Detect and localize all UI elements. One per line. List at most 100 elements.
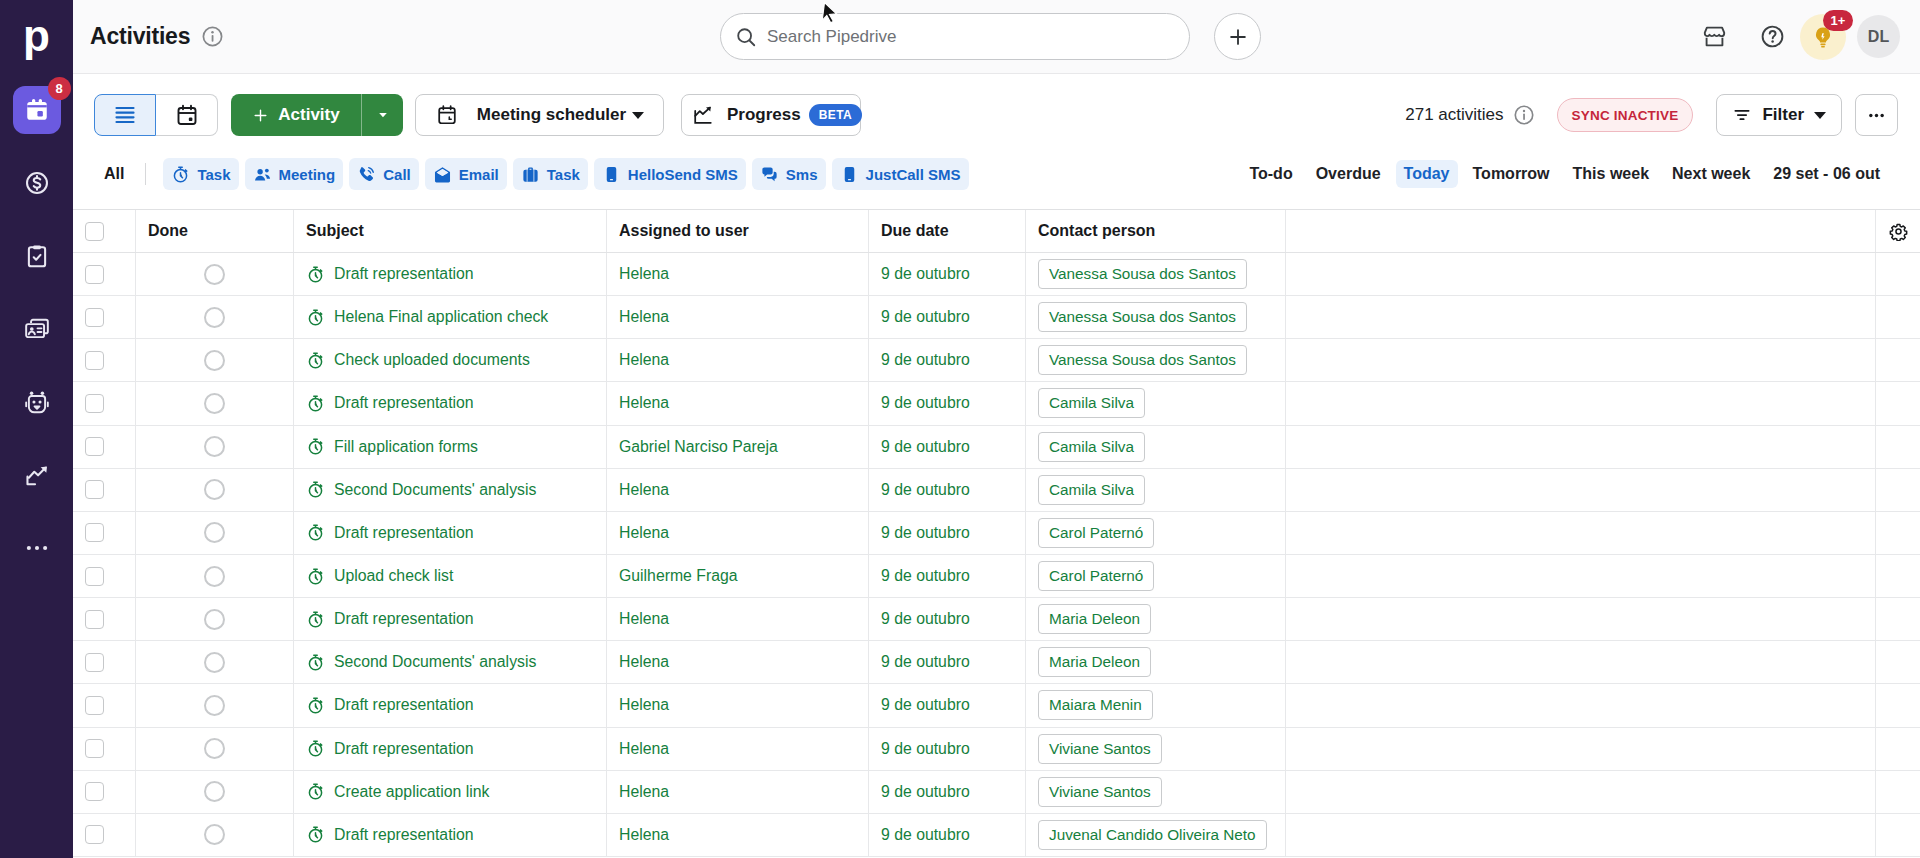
more-options-button[interactable] (1855, 94, 1898, 136)
activity-subject-link[interactable]: Draft representation (334, 265, 474, 283)
row-checkbox[interactable] (85, 265, 104, 284)
mark-done-toggle[interactable] (204, 652, 225, 673)
mark-done-toggle[interactable] (204, 781, 225, 802)
sidebar-item-insights-chart[interactable] (13, 451, 61, 499)
mark-done-toggle[interactable] (204, 695, 225, 716)
activity-subject-link[interactable]: Fill application forms (334, 438, 478, 456)
assigned-user-link[interactable]: Helena (619, 351, 669, 369)
date-filter-this-week[interactable]: This week (1565, 160, 1657, 188)
column-header-contact[interactable]: Contact person (1026, 210, 1286, 252)
row-checkbox[interactable] (85, 739, 104, 758)
activity-subject-link[interactable]: Draft representation (334, 740, 474, 758)
contact-person-chip[interactable]: Camila Silva (1038, 388, 1145, 418)
row-checkbox[interactable] (85, 523, 104, 542)
progress-button[interactable]: Progress BETA (681, 94, 861, 136)
notifications-button[interactable]: 1+ (1800, 14, 1846, 60)
mark-done-toggle[interactable] (204, 350, 225, 371)
contact-person-chip[interactable]: Camila Silva (1038, 432, 1145, 462)
activity-subject-link[interactable]: Create application link (334, 783, 489, 801)
assigned-user-link[interactable]: Helena (619, 394, 669, 412)
assigned-user-link[interactable]: Helena (619, 524, 669, 542)
contact-person-chip[interactable]: Juvenal Candido Oliveira Neto (1038, 820, 1267, 850)
type-filter-task[interactable]: Task (163, 158, 238, 190)
activity-subject-link[interactable]: Draft representation (334, 610, 474, 628)
help-button[interactable] (1759, 24, 1785, 50)
date-filter-overdue[interactable]: Overdue (1308, 160, 1389, 188)
date-filter-next-week[interactable]: Next week (1664, 160, 1758, 188)
contact-person-chip[interactable]: Carol Paternó (1038, 561, 1154, 591)
info-icon[interactable] (201, 25, 224, 48)
activity-subject-link[interactable]: Helena Final application check (334, 308, 548, 326)
row-checkbox[interactable] (85, 351, 104, 370)
mark-done-toggle[interactable] (204, 479, 225, 500)
column-header-done[interactable]: Done (136, 210, 294, 252)
contact-person-chip[interactable]: Maria Deleon (1038, 604, 1151, 634)
info-icon[interactable] (1513, 104, 1535, 126)
filter-button[interactable]: Filter (1716, 94, 1842, 136)
sidebar-item-leads-clipboard[interactable] (13, 232, 61, 280)
row-checkbox[interactable] (85, 653, 104, 672)
assigned-user-link[interactable]: Helena (619, 481, 669, 499)
contact-person-chip[interactable]: Carol Paternó (1038, 518, 1154, 548)
mark-done-toggle[interactable] (204, 264, 225, 285)
quick-add-button[interactable] (1214, 13, 1261, 60)
list-view-button[interactable] (94, 94, 156, 136)
contact-person-chip[interactable]: Vanessa Sousa dos Santos (1038, 259, 1247, 289)
contact-person-chip[interactable]: Vanessa Sousa dos Santos (1038, 302, 1247, 332)
mark-done-toggle[interactable] (204, 393, 225, 414)
sidebar-item-calendar-activities[interactable]: 8 (13, 86, 61, 134)
row-checkbox[interactable] (85, 567, 104, 586)
contact-person-chip[interactable]: Maria Deleon (1038, 647, 1151, 677)
contact-person-chip[interactable]: Vanessa Sousa dos Santos (1038, 345, 1247, 375)
add-activity-button[interactable]: Activity (231, 94, 361, 136)
contact-person-chip[interactable]: Camila Silva (1038, 475, 1145, 505)
gear-icon[interactable] (1889, 222, 1908, 241)
column-header-due[interactable]: Due date (869, 210, 1026, 252)
activity-subject-link[interactable]: Upload check list (334, 567, 453, 585)
mark-done-toggle[interactable] (204, 522, 225, 543)
sidebar-item-more-dots[interactable] (13, 524, 61, 572)
type-filter-task[interactable]: Task (513, 158, 588, 190)
column-header-subject[interactable]: Subject (294, 210, 607, 252)
activity-subject-link[interactable]: Draft representation (334, 696, 474, 714)
assigned-user-link[interactable]: Helena (619, 783, 669, 801)
activity-subject-link[interactable]: Draft representation (334, 826, 474, 844)
activity-subject-link[interactable]: Draft representation (334, 524, 474, 542)
row-checkbox[interactable] (85, 696, 104, 715)
type-filter-meeting[interactable]: Meeting (245, 158, 344, 190)
assigned-user-link[interactable]: Helena (619, 653, 669, 671)
date-filter-today[interactable]: Today (1396, 160, 1458, 188)
activity-subject-link[interactable]: Second Documents' analysis (334, 653, 536, 671)
activity-subject-link[interactable]: Second Documents' analysis (334, 481, 536, 499)
assigned-user-link[interactable]: Helena (619, 696, 669, 714)
assigned-user-link[interactable]: Helena (619, 826, 669, 844)
mark-done-toggle[interactable] (204, 307, 225, 328)
assigned-user-link[interactable]: Helena (619, 265, 669, 283)
search-input[interactable]: Search Pipedrive (720, 13, 1190, 60)
select-all-checkbox[interactable] (85, 222, 104, 241)
assigned-user-link[interactable]: Guilherme Fraga (619, 567, 738, 585)
filter-all[interactable]: All (104, 165, 124, 183)
row-checkbox[interactable] (85, 782, 104, 801)
row-checkbox[interactable] (85, 610, 104, 629)
column-header-assigned[interactable]: Assigned to user (607, 210, 869, 252)
sync-status-badge[interactable]: SYNC INACTIVE (1557, 98, 1694, 132)
type-filter-call[interactable]: Call (349, 158, 419, 190)
row-checkbox[interactable] (85, 308, 104, 327)
activity-subject-link[interactable]: Check uploaded documents (334, 351, 530, 369)
contact-person-chip[interactable]: Viviane Santos (1038, 777, 1162, 807)
meeting-scheduler-button[interactable]: Meeting scheduler (415, 94, 664, 136)
row-checkbox[interactable] (85, 825, 104, 844)
assigned-user-link[interactable]: Gabriel Narciso Pareja (619, 438, 778, 456)
date-filter-tomorrow[interactable]: Tomorrow (1465, 160, 1558, 188)
mark-done-toggle[interactable] (204, 566, 225, 587)
mark-done-toggle[interactable] (204, 609, 225, 630)
marketplace-button[interactable] (1701, 24, 1727, 50)
mark-done-toggle[interactable] (204, 436, 225, 457)
mark-done-toggle[interactable] (204, 738, 225, 759)
row-checkbox[interactable] (85, 437, 104, 456)
contact-person-chip[interactable]: Viviane Santos (1038, 734, 1162, 764)
activity-subject-link[interactable]: Draft representation (334, 394, 474, 412)
row-checkbox[interactable] (85, 480, 104, 499)
date-filter-to-do[interactable]: To-do (1241, 160, 1300, 188)
